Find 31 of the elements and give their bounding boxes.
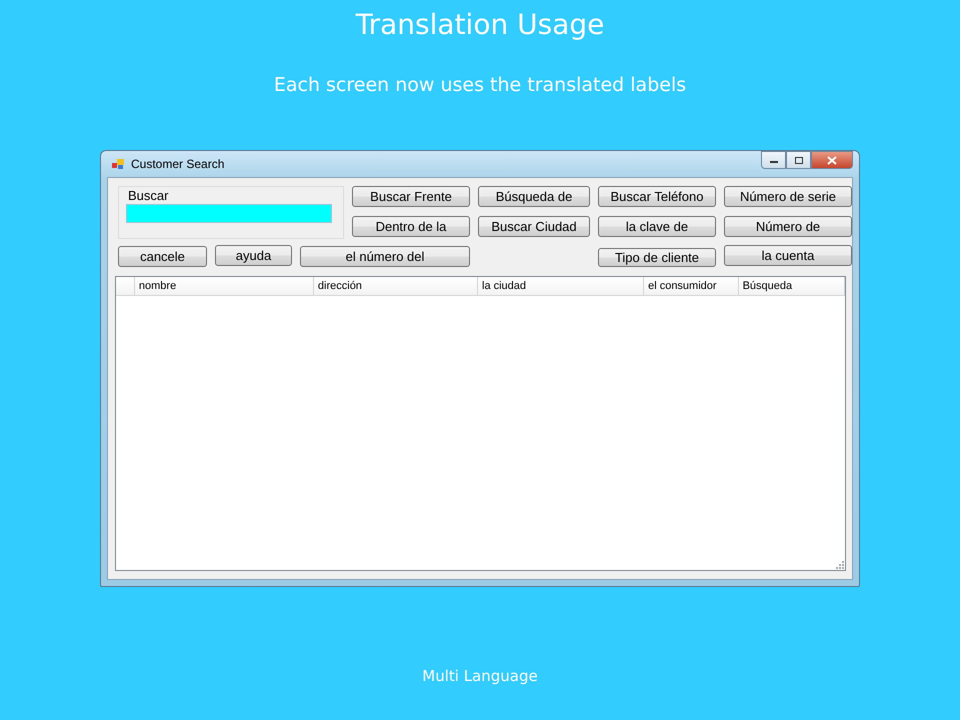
form-button[interactable]: cancele: [118, 246, 207, 267]
form-button[interactable]: Buscar Ciudad: [478, 216, 590, 237]
close-button[interactable]: [811, 151, 853, 169]
form-button[interactable]: Buscar Frente: [352, 186, 470, 207]
maximize-icon: [794, 156, 804, 164]
column-header[interactable]: Búsqueda: [738, 277, 845, 295]
column-header[interactable]: dirección: [314, 277, 478, 295]
slide-subtitle: Each screen now uses the translated labels: [274, 73, 686, 98]
form-button[interactable]: Número de: [724, 216, 852, 237]
column-header[interactable]: nombre: [134, 277, 314, 295]
app-icon: [111, 157, 125, 171]
form-button[interactable]: Búsqueda de: [478, 186, 590, 207]
column-header[interactable]: el consumidor: [644, 277, 739, 295]
search-field[interactable]: [126, 204, 332, 223]
slide-footer: Multi Language: [422, 667, 538, 685]
form-button[interactable]: Buscar Teléfono: [598, 186, 716, 207]
form-button[interactable]: el número del: [300, 246, 470, 267]
resize-grip-icon: [836, 561, 844, 569]
form-button[interactable]: la clave de: [598, 216, 716, 237]
form-button[interactable]: Número de serie: [724, 186, 852, 207]
window-title: Customer Search: [131, 157, 224, 171]
column-header[interactable]: la ciudad: [478, 277, 644, 295]
search-label: Buscar: [128, 189, 168, 203]
maximize-button[interactable]: [786, 151, 811, 169]
minimize-button[interactable]: [761, 151, 786, 169]
close-icon: [827, 156, 837, 164]
form-button[interactable]: la cuenta: [724, 245, 852, 266]
form-button[interactable]: Dentro de la: [352, 216, 470, 237]
form-button[interactable]: Tipo de cliente: [598, 248, 716, 267]
form-button[interactable]: ayuda: [215, 245, 292, 266]
slide-title: Translation Usage: [356, 7, 604, 43]
